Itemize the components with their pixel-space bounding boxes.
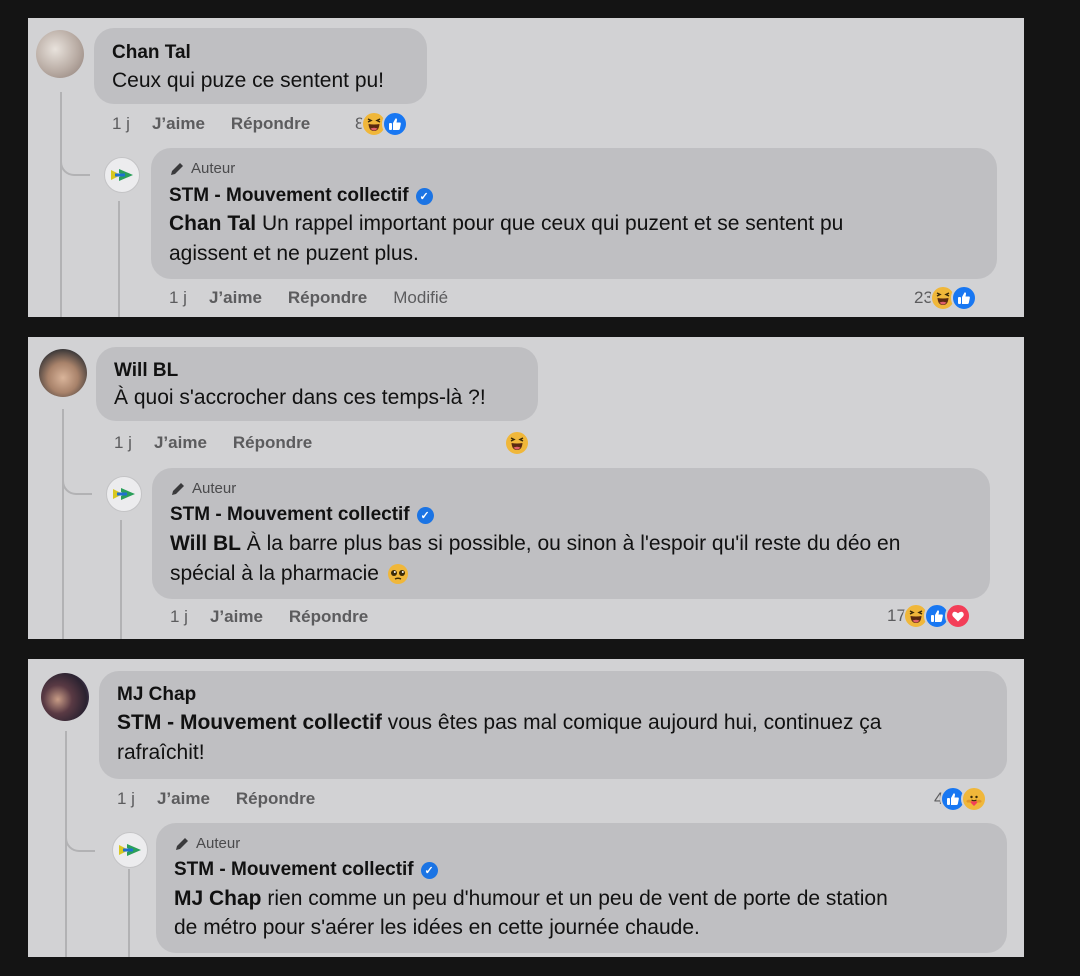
comment-text: À quoi s'accrocher dans ces temps-là ?! <box>114 386 486 409</box>
author-badge: Auteur <box>170 480 236 497</box>
haha-reaction-icon <box>504 430 530 456</box>
reply-text: Un rappel important pour que ceux qui pu… <box>256 212 844 235</box>
reaction-summary[interactable]: 23 <box>914 285 977 311</box>
modified-label: Modifié <box>393 288 449 307</box>
author-badge: Auteur <box>174 835 240 852</box>
like-button[interactable]: J’aime <box>154 433 207 453</box>
verified-badge-icon: ✓ <box>420 861 438 879</box>
pleading-face-icon <box>387 564 408 584</box>
reply-thread-connector <box>128 869 130 957</box>
author-badge: Auteur <box>169 160 235 177</box>
reply-button[interactable]: Répondre <box>231 114 310 134</box>
reply-text-line-2: spécial à la pharmacie <box>170 559 409 589</box>
reply-author[interactable]: STM - Mouvement collectif ✓ <box>170 504 434 526</box>
reply-author[interactable]: STM - Mouvement collectif ✓ <box>174 859 438 881</box>
reply-text-line-2: agissent et ne puzent plus. <box>169 242 419 265</box>
reply-text: rien comme un peu d'humour et un peu de … <box>261 887 888 910</box>
mention[interactable]: STM - Mouvement collectif <box>117 711 382 734</box>
reply-actions: 1 j J’aime Répondre Modifié <box>169 288 448 308</box>
reply-text: À la barre plus bas si possible, ou sino… <box>240 532 901 555</box>
reply-connector <box>62 471 92 495</box>
comment-actions: 1 j J’aime Répondre <box>117 789 341 809</box>
comment-timestamp[interactable]: 1 j <box>112 114 130 134</box>
comment-author[interactable]: MJ Chap <box>117 684 196 706</box>
reaction-summary[interactable] <box>504 430 530 456</box>
reply-thread-connector <box>118 201 120 317</box>
comment-thread-1: Chan Tal Ceux qui puze ce sentent pu! 1 … <box>28 18 1024 317</box>
stm-avatar[interactable] <box>104 157 140 193</box>
reaction-summary[interactable]: 8 <box>355 111 409 137</box>
stm-logo-icon <box>113 488 135 500</box>
like-button[interactable]: J’aime <box>210 607 263 627</box>
stm-logo-icon <box>111 169 133 181</box>
comment-text-line-1: STM - Mouvement collectif vous êtes pas … <box>117 708 881 738</box>
comment-text: vous êtes pas mal comique aujourd hui, c… <box>381 711 882 734</box>
comment-thread-3: MJ Chap STM - Mouvement collectif vous ê… <box>28 659 1024 957</box>
reply-author[interactable]: STM - Mouvement collectif ✓ <box>169 185 433 207</box>
reply-button[interactable]: Répondre <box>288 288 367 308</box>
comment-text-line-2: rafraîchit! <box>117 741 205 764</box>
comment-timestamp[interactable]: 1 j <box>117 789 135 809</box>
reaction-summary[interactable]: 4 <box>934 786 988 812</box>
stm-avatar[interactable] <box>106 476 142 512</box>
reply-button[interactable]: Répondre <box>236 789 315 809</box>
pencil-icon <box>176 837 188 850</box>
love-reaction-icon <box>944 603 971 629</box>
comment-actions: 1 j J’aime Répondre <box>114 433 338 453</box>
author-badge-label: Auteur <box>191 160 236 177</box>
reply-button[interactable]: Répondre <box>289 607 368 627</box>
pencil-icon <box>171 162 183 175</box>
like-button[interactable]: J’aime <box>152 114 205 134</box>
comment-timestamp[interactable]: 1 j <box>114 433 132 453</box>
reaction-summary[interactable]: 17 <box>887 603 971 629</box>
thread-connector <box>60 92 62 317</box>
avatar-will-bl[interactable] <box>39 349 87 397</box>
avatar-mj-chap[interactable] <box>41 673 89 721</box>
comment-author[interactable]: Will BL <box>114 360 178 382</box>
stm-logo-icon <box>119 844 141 856</box>
comment-actions: 1 j J’aime Répondre <box>112 114 336 134</box>
reply-connector <box>65 828 95 852</box>
thread-connector <box>62 409 64 639</box>
comment-thread-2: Will BL À quoi s'accrocher dans ces temp… <box>28 337 1024 639</box>
reply-actions: 1 j J’aime Répondre <box>170 607 394 627</box>
comment-author[interactable]: Chan Tal <box>112 42 191 64</box>
reply-text-line-2: de métro pour s'aérer les idées en cette… <box>174 916 700 939</box>
reply-connector <box>60 152 90 176</box>
mention[interactable]: Chan Tal <box>169 212 256 235</box>
reply-timestamp[interactable]: 1 j <box>169 288 187 308</box>
author-badge-label: Auteur <box>192 480 237 497</box>
care-reaction-icon <box>961 786 988 812</box>
reply-text-line-1: MJ Chap rien comme un peu d'humour et un… <box>174 884 888 914</box>
reply-text-line-1: Will BL À la barre plus bas si possible,… <box>170 529 900 559</box>
reply-text-line-1: Chan Tal Un rappel important pour que ce… <box>169 209 843 239</box>
avatar-chan-tal[interactable] <box>36 30 84 78</box>
mention[interactable]: Will BL <box>170 532 241 555</box>
like-button[interactable]: J’aime <box>157 789 210 809</box>
reply-timestamp[interactable]: 1 j <box>170 607 188 627</box>
like-button[interactable]: J’aime <box>209 288 262 308</box>
page-name[interactable]: STM - Mouvement collectif <box>170 504 410 526</box>
reply-text: spécial à la pharmacie <box>170 562 379 585</box>
author-badge-label: Auteur <box>196 835 241 852</box>
page-name[interactable]: STM - Mouvement collectif <box>174 859 414 881</box>
like-reaction-icon <box>382 111 409 137</box>
pencil-icon <box>172 482 184 495</box>
stm-avatar[interactable] <box>112 832 148 868</box>
reply-thread-connector <box>120 520 122 639</box>
verified-badge-icon: ✓ <box>415 187 433 205</box>
verified-badge-icon: ✓ <box>416 506 434 524</box>
comment-text: Ceux qui puze ce sentent pu! <box>112 69 385 92</box>
reply-button[interactable]: Répondre <box>233 433 312 453</box>
page-name[interactable]: STM - Mouvement collectif <box>169 185 409 207</box>
like-reaction-icon <box>950 285 977 311</box>
mention[interactable]: MJ Chap <box>174 887 262 910</box>
